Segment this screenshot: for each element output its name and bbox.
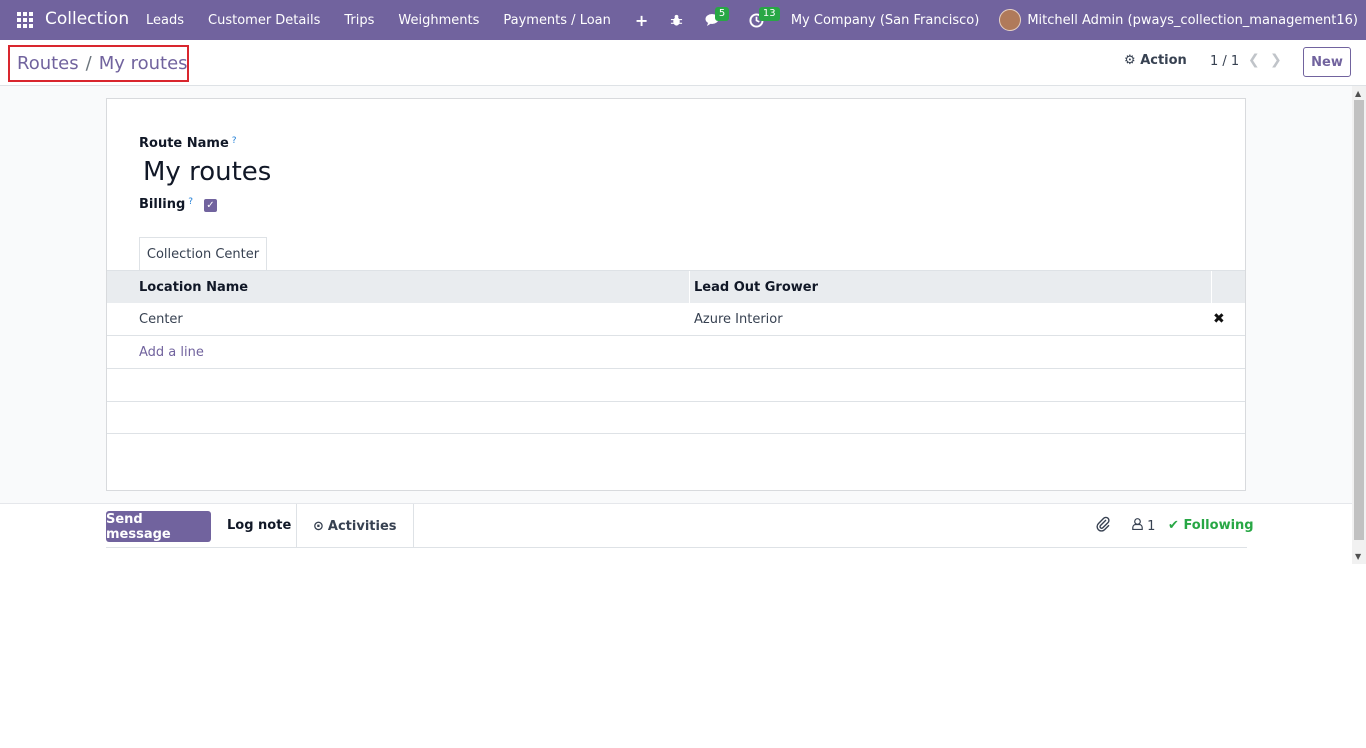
- column-divider: [1211, 271, 1212, 304]
- menu-item-payments-loan[interactable]: Payments / Loan: [491, 13, 623, 28]
- top-navbar: Collection Leads Customer Details Trips …: [0, 0, 1366, 40]
- activities-button[interactable]: ⊙ Activities: [296, 504, 414, 548]
- app-brand[interactable]: Collection: [45, 9, 129, 29]
- menu-item-leads[interactable]: Leads: [134, 13, 196, 28]
- chevron-right-icon[interactable]: ❯: [1270, 52, 1282, 68]
- messages-icon[interactable]: 5: [699, 0, 730, 40]
- add-line-row: Add a line: [107, 336, 1245, 369]
- menu-item-customer-details[interactable]: Customer Details: [196, 13, 332, 28]
- activities-label: Activities: [327, 518, 397, 534]
- check-icon: ✔: [1168, 518, 1179, 533]
- messages-badge: 5: [714, 7, 730, 21]
- scroll-up-icon[interactable]: ▲: [1355, 89, 1361, 98]
- action-label: Action: [1140, 53, 1187, 68]
- user-menu[interactable]: Mitchell Admin (pways_collection_managem…: [1027, 13, 1358, 28]
- chatter-topbar: Send message Log note ⊙ Activities 1 ✔ F…: [106, 504, 1254, 548]
- breadcrumb-current: My routes: [98, 53, 188, 74]
- clock-icon: ⊙: [313, 518, 324, 534]
- activities-badge: 13: [758, 7, 780, 21]
- breadcrumb-separator: /: [85, 53, 92, 74]
- billing-label-text: Billing: [139, 197, 186, 212]
- scroll-thumb[interactable]: [1354, 100, 1364, 540]
- following-button[interactable]: ✔ Following: [1168, 518, 1254, 533]
- menu-item-weighments[interactable]: Weighments: [386, 13, 491, 28]
- apps-menu-icon[interactable]: [17, 12, 33, 28]
- column-lead-out-grower[interactable]: Lead Out Grower: [694, 280, 818, 295]
- company-switcher[interactable]: My Company (San Francisco): [791, 13, 979, 28]
- help-tooltip-icon[interactable]: ?: [232, 136, 237, 146]
- column-divider: [689, 271, 690, 304]
- empty-row: [107, 401, 1245, 434]
- add-line-link[interactable]: Add a line: [139, 345, 204, 360]
- help-tooltip-icon[interactable]: ?: [188, 197, 193, 207]
- activities-icon[interactable]: 13: [743, 0, 780, 40]
- action-button[interactable]: ⚙ Action: [1124, 53, 1187, 68]
- avatar[interactable]: [999, 9, 1022, 31]
- tab-collection-center[interactable]: Collection Center: [139, 237, 267, 271]
- bug-icon[interactable]: [663, 0, 691, 40]
- form-sheet: Route Name? My routes Billing? ✓ Collect…: [106, 98, 1246, 491]
- following-label: Following: [1183, 518, 1254, 533]
- route-name-label: Route Name?: [139, 136, 237, 151]
- gear-icon: ⚙: [1124, 53, 1136, 68]
- plus-icon[interactable]: +: [623, 11, 660, 30]
- scrollbar[interactable]: ▲ ▼: [1352, 86, 1366, 564]
- send-message-button[interactable]: Send message: [106, 511, 211, 542]
- systray: 5 13 My Company (San Francisco) Mitchell…: [663, 0, 1358, 40]
- cell-lead-out-grower[interactable]: Azure Interior: [694, 312, 783, 327]
- route-name-field[interactable]: My routes: [143, 157, 271, 187]
- delete-row-icon[interactable]: ✖: [1213, 311, 1225, 327]
- billing-label: Billing?: [139, 197, 193, 212]
- cell-location-name[interactable]: Center: [139, 312, 183, 327]
- main-menu: Leads Customer Details Trips Weighments …: [134, 0, 660, 40]
- control-panel: Routes / My routes ⚙ Action 1 / 1 ❮ ❯ Ne…: [0, 40, 1366, 86]
- followers-button[interactable]: 1: [1132, 518, 1155, 534]
- route-name-label-text: Route Name: [139, 136, 229, 151]
- chevron-left-icon[interactable]: ❮: [1248, 52, 1260, 68]
- followers-count: 1: [1147, 519, 1156, 534]
- column-location-name[interactable]: Location Name: [139, 280, 248, 295]
- empty-row: [107, 369, 1245, 402]
- user-icon: [1132, 518, 1147, 534]
- chatter: Send message Log note ⊙ Activities 1 ✔ F…: [0, 503, 1352, 548]
- paperclip-icon[interactable]: [1096, 516, 1110, 536]
- menu-item-trips[interactable]: Trips: [332, 13, 386, 28]
- table-header: Location Name Lead Out Grower: [107, 270, 1245, 304]
- table-row[interactable]: Center Azure Interior ✖: [107, 303, 1245, 336]
- breadcrumb: Routes / My routes: [8, 45, 189, 82]
- scroll-down-icon[interactable]: ▼: [1355, 552, 1361, 561]
- pager-value[interactable]: 1 / 1: [1210, 54, 1239, 69]
- new-button[interactable]: New: [1303, 47, 1351, 77]
- billing-checkbox[interactable]: ✓: [204, 199, 217, 212]
- breadcrumb-parent-link[interactable]: Routes: [17, 53, 79, 74]
- log-note-button[interactable]: Log note: [227, 518, 291, 533]
